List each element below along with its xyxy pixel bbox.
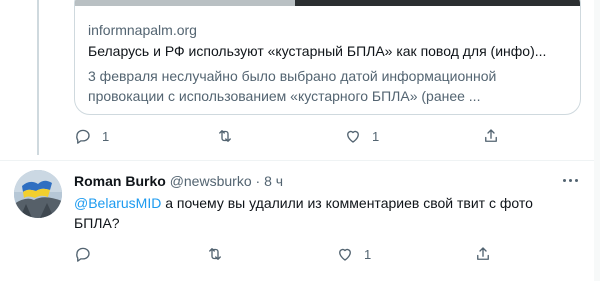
like-button[interactable]: 1	[336, 245, 371, 263]
tweet-text: @BelarusMID а почему вы удалили из комме…	[74, 193, 574, 233]
card-description: 3 февраля неслучайно было выбрано датой …	[88, 66, 568, 106]
avatar[interactable]	[14, 170, 62, 218]
card-description-line-2: провокации с использованием «кустарного …	[88, 88, 481, 104]
retweet-button[interactable]	[216, 127, 234, 145]
retweet-icon	[209, 248, 221, 260]
separator-dot: ·	[255, 173, 261, 189]
like-button[interactable]: 1	[344, 127, 379, 145]
card-description-line-1: 3 февраля неслучайно было выбрано датой …	[88, 68, 497, 84]
reply-count: 1	[102, 128, 110, 144]
more-options-button[interactable]	[560, 172, 580, 188]
reply-icon	[76, 129, 90, 144]
retweet-icon	[219, 130, 231, 142]
share-icon	[485, 129, 497, 142]
scrollbar[interactable]	[594, 0, 600, 281]
reply-button[interactable]: 1	[74, 127, 109, 145]
card-image	[75, 0, 580, 6]
tweet-actions-1: 1 1	[74, 127, 594, 147]
like-count: 1	[372, 128, 380, 144]
heart-icon	[347, 130, 359, 143]
like-count: 1	[364, 246, 372, 262]
tweet-header: Roman Burko @newsburko · 8 ч	[74, 173, 283, 189]
share-button[interactable]	[482, 127, 500, 145]
tweet-actions-2: 1	[74, 245, 594, 265]
more-icon-dot	[574, 178, 578, 182]
share-button[interactable]	[474, 245, 492, 263]
card-title: Беларусь и РФ используют «кустарный БПЛА…	[88, 43, 547, 59]
more-icon-dot	[562, 178, 566, 182]
tweet-timestamp[interactable]: 8 ч	[264, 173, 283, 189]
heart-icon	[339, 248, 351, 261]
retweet-button[interactable]	[206, 245, 224, 263]
reply-icon	[76, 247, 90, 262]
card-domain: informnapalm.org	[88, 22, 197, 38]
reply-button[interactable]	[74, 245, 92, 263]
card-image-right	[295, 0, 580, 6]
mention-link[interactable]: @BelarusMID	[74, 195, 161, 211]
tweet-divider	[0, 160, 600, 161]
link-preview-card[interactable]: informnapalm.org Беларусь и РФ использую…	[74, 0, 581, 115]
more-icon-dot	[568, 178, 572, 182]
thread-connector-line	[37, 0, 39, 155]
author-handle[interactable]: @newsburko	[170, 173, 252, 189]
author-name[interactable]: Roman Burko	[74, 173, 166, 189]
avatar-image	[14, 170, 62, 218]
share-icon	[477, 247, 489, 260]
card-image-left	[75, 0, 295, 6]
